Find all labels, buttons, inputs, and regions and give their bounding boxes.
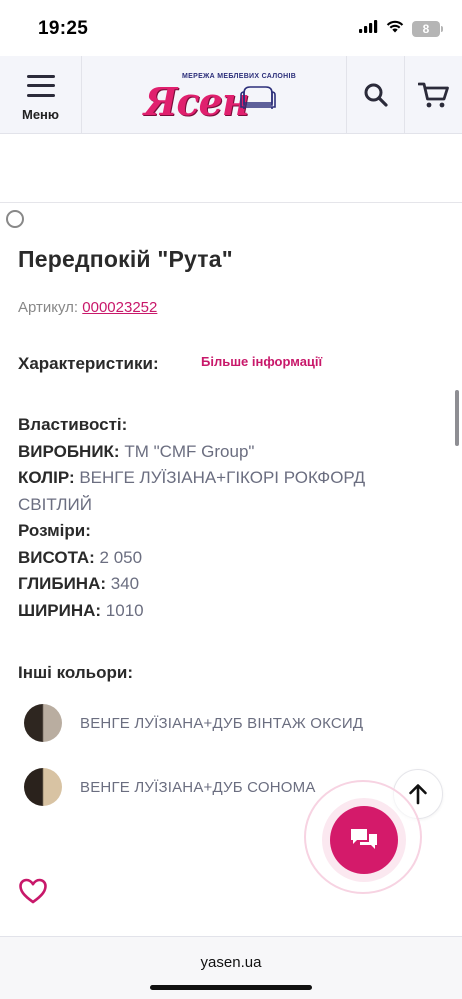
sofa-icon: [240, 85, 276, 109]
manufacturer-row: ВИРОБНИК: ТМ "CMF Group": [18, 439, 438, 466]
characteristics-label: Характеристики:: [18, 354, 159, 373]
search-icon: [364, 83, 388, 107]
product-title: Передпокій "Рута": [18, 246, 233, 272]
sku-label: Артикул:: [18, 299, 83, 316]
color-option[interactable]: ВЕНГЕ ЛУЇЗІАНА+ДУБ ВІНТАЖ ОКСИД: [24, 703, 444, 743]
battery-indicator: 8: [412, 21, 443, 37]
slider-dot[interactable]: [6, 210, 24, 228]
logo-text: Ясен: [144, 78, 250, 124]
sku-link[interactable]: 000023252: [82, 299, 157, 316]
depth-row: ГЛИБИНА: 340: [18, 571, 438, 598]
heart-icon: [19, 878, 47, 904]
status-bar: 19:25 8: [0, 0, 462, 56]
cart-button[interactable]: [404, 56, 462, 134]
chat-icon: [351, 829, 377, 849]
properties-block: Властивості: ВИРОБНИК: ТМ "CMF Group" КО…: [18, 412, 438, 624]
status-icons: 8: [359, 20, 443, 38]
home-indicator[interactable]: [150, 985, 312, 990]
depth-key: ГЛИБИНА:: [18, 574, 107, 593]
sizes-heading: Розміри:: [18, 521, 91, 540]
height-row: ВИСОТА: 2 050: [18, 545, 438, 572]
scrollbar[interactable]: [455, 390, 459, 446]
height-value: 2 050: [94, 547, 143, 567]
width-key: ШИРИНА:: [18, 600, 102, 620]
color-swatch: [24, 768, 62, 806]
browser-address-bar[interactable]: yasen.ua: [0, 936, 462, 999]
search-button[interactable]: [346, 56, 404, 134]
menu-label: Меню: [21, 106, 59, 122]
gallery-placeholder: [0, 135, 462, 203]
site-logo: МЕРЕЖА МЕБЛЕВИХ САЛОНІВ Ясен: [144, 67, 296, 124]
menu-button[interactable]: Меню: [0, 56, 82, 134]
wifi-icon: [386, 20, 404, 38]
logo-link[interactable]: МЕРЕЖА МЕБЛЕВИХ САЛОНІВ Ясен: [82, 56, 346, 133]
cart-icon: [417, 82, 449, 108]
site-header: Меню МЕРЕЖА МЕБЛЕВИХ САЛОНІВ Ясен: [0, 56, 462, 134]
status-time: 19:25: [38, 18, 89, 39]
url-text[interactable]: yasen.ua: [0, 954, 462, 971]
color-option-name: ВЕНГЕ ЛУЇЗІАНА+ДУБ СОНОМА: [80, 778, 316, 796]
cellular-signal-icon: [359, 20, 378, 38]
width-row: ШИРИНА: 1010: [18, 598, 438, 625]
color-key: КОЛІР:: [18, 468, 75, 487]
manufacturer-key: ВИРОБНИК:: [18, 441, 120, 461]
other-colors-label: Інші кольори:: [18, 663, 133, 682]
width-value: 1010: [101, 600, 144, 620]
color-row: КОЛІР: ВЕНГЕ ЛУЇЗІАНА+ГІКОРІ РОКФОРД СВІ…: [18, 465, 438, 518]
chat-button[interactable]: [330, 806, 398, 874]
height-key: ВИСОТА:: [18, 547, 95, 567]
sku-row: Артикул: 000023252: [18, 299, 157, 316]
characteristics-row: Характеристики: Більше інформації: [18, 354, 448, 374]
properties-heading: Властивості:: [18, 415, 128, 434]
favorite-button[interactable]: [18, 877, 48, 910]
color-swatch: [24, 704, 62, 742]
depth-value: 340: [106, 574, 140, 593]
hamburger-icon: [26, 74, 55, 97]
more-info-link[interactable]: Більше інформації: [201, 354, 322, 369]
manufacturer-value: ТМ "CMF Group": [119, 441, 255, 461]
color-option-name: ВЕНГЕ ЛУЇЗІАНА+ДУБ ВІНТАЖ ОКСИД: [80, 714, 364, 732]
arrow-up-icon: [409, 784, 427, 805]
